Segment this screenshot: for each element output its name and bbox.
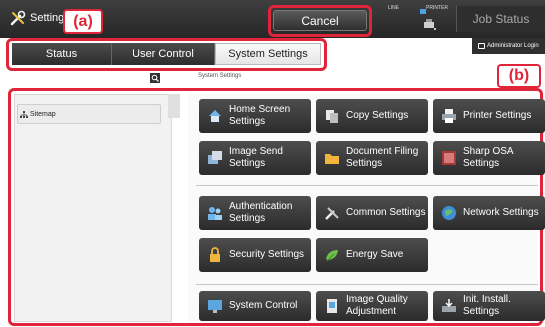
row-separator [196, 284, 538, 285]
job-status-button[interactable]: Job Status [456, 6, 545, 32]
tab-user-control[interactable]: User Control [112, 43, 215, 65]
admin-login-label: Administrator Login [487, 43, 539, 49]
status-line-label: LINE [388, 5, 400, 11]
callout-b: (b) [497, 64, 541, 88]
settings-tools-icon [10, 10, 26, 26]
image-send-icon [208, 151, 222, 164]
status-printer-label: PRINTER [426, 5, 448, 11]
button-label: Authentication Settings [229, 201, 293, 224]
button-label: Copy Settings [346, 110, 409, 121]
monitor-icon [208, 300, 222, 313]
energy-save-button[interactable]: Energy Save [316, 238, 428, 272]
button-label: Document Filing Settings [346, 146, 419, 169]
device-status-area: LINE PRINTER [380, 0, 450, 38]
cancel-button[interactable]: Cancel [273, 10, 367, 31]
system-control-button[interactable]: System Control [199, 291, 311, 321]
login-icon [478, 43, 485, 49]
search-icon[interactable] [150, 73, 160, 83]
copy-settings-button[interactable]: Copy Settings [316, 99, 428, 133]
home-screen-settings-button[interactable]: Home Screen Settings [199, 99, 311, 133]
image-quality-adjustment-button[interactable]: Image Quality Adjustment [316, 291, 428, 321]
security-settings-button[interactable]: Security Settings [199, 238, 311, 272]
home-icon [209, 110, 221, 122]
button-label: Common Settings [346, 207, 426, 218]
button-label: Network Settings [463, 207, 539, 218]
status-indicator-icon [420, 9, 426, 14]
document-filing-settings-button[interactable]: Document Filing Settings [316, 141, 428, 175]
globe-icon [442, 206, 456, 220]
image-quality-icon [327, 299, 337, 313]
tab-system-settings[interactable]: System Settings [215, 43, 321, 65]
sitemap-icon [20, 110, 28, 118]
copy-icon [326, 110, 338, 123]
image-send-settings-button[interactable]: Image Send Settings [199, 141, 311, 175]
title-group: Settings [10, 10, 70, 26]
folder-icon [325, 154, 339, 164]
button-label: Sharp OSA Settings [463, 146, 514, 169]
main-tabs: Status User Control System Settings [12, 43, 321, 65]
osa-icon [442, 151, 456, 165]
install-icon [442, 299, 456, 312]
printer-settings-button[interactable]: Printer Settings [433, 99, 545, 133]
button-label: Home Screen Settings [229, 104, 291, 127]
sidebar-collapse-handle[interactable] [168, 94, 180, 118]
users-icon [208, 207, 222, 220]
tab-status[interactable]: Status [12, 43, 112, 65]
button-label: System Control [229, 300, 298, 311]
button-label: Image Quality Adjustment [346, 294, 408, 317]
button-label: Init. Install. Settings [463, 294, 511, 317]
button-label: Printer Settings [463, 110, 532, 121]
init-install-settings-button[interactable]: Init. Install. Settings [433, 291, 545, 321]
button-label: Energy Save [346, 249, 404, 260]
sitemap-item[interactable]: Sitemap [17, 104, 161, 124]
row-separator [196, 185, 538, 186]
sitemap-sidebar [14, 94, 172, 322]
common-settings-button[interactable]: Common Settings [316, 196, 428, 230]
authentication-settings-button[interactable]: Authentication Settings [199, 196, 311, 230]
device-status-icon [424, 19, 436, 30]
button-label: Security Settings [229, 249, 305, 260]
sub-bar [0, 72, 545, 86]
admin-login-button[interactable]: Administrator Login [472, 38, 545, 54]
tools-icon [325, 207, 339, 220]
callout-a: (a) [63, 9, 103, 34]
leaf-icon [326, 250, 338, 262]
button-label: Image Send Settings [229, 146, 283, 169]
sitemap-label: Sitemap [30, 110, 56, 118]
printer-icon [442, 109, 456, 123]
network-settings-button[interactable]: Network Settings [433, 196, 545, 230]
lock-icon [210, 247, 220, 262]
sharp-osa-settings-button[interactable]: Sharp OSA Settings [433, 141, 545, 175]
breadcrumb: System Settings [198, 73, 242, 79]
